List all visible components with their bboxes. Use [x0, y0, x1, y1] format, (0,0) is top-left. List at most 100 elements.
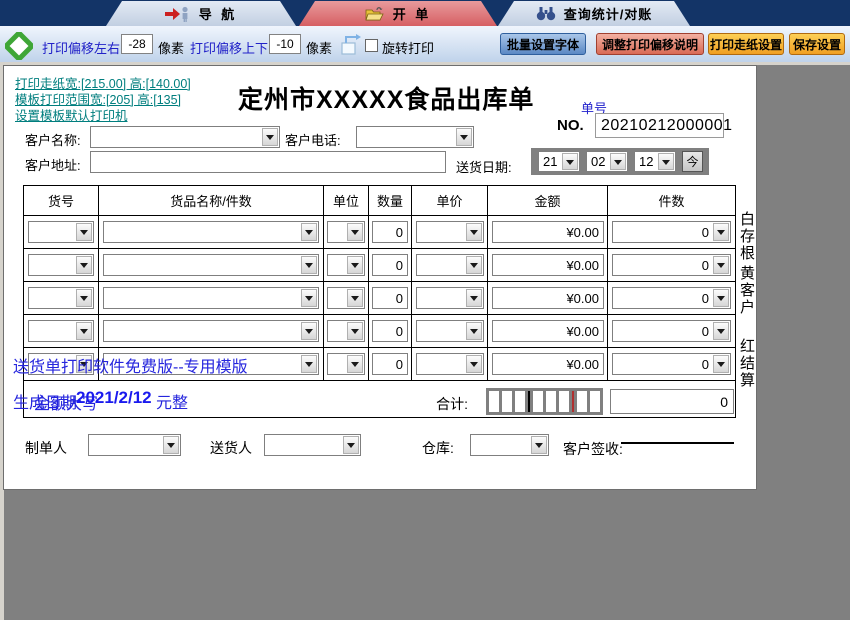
unit-select[interactable]: [327, 287, 365, 309]
combo-dropdown-button[interactable]: [301, 223, 317, 241]
item-no-select[interactable]: [28, 221, 94, 243]
item-no-select[interactable]: [28, 320, 94, 342]
table-header-row: 货号 货品名称/件数 单位 数量 单价 金额 件数: [24, 186, 735, 216]
maker-select[interactable]: [88, 434, 181, 456]
diamond-icon: [5, 32, 33, 60]
product-name-select[interactable]: [103, 221, 319, 243]
pieces-combo[interactable]: 0: [612, 320, 731, 342]
combo-dropdown-button[interactable]: [262, 128, 278, 146]
combo-dropdown-button[interactable]: [466, 322, 482, 340]
date-day-select[interactable]: 12: [634, 151, 676, 172]
default-printer-link[interactable]: 设置模板默认打印机: [15, 105, 128, 124]
combo-dropdown-button[interactable]: [713, 355, 729, 373]
total-pieces-input[interactable]: 0: [610, 389, 734, 414]
amount-input[interactable]: ¥0.00: [492, 221, 604, 243]
qty-input[interactable]: 0: [372, 254, 408, 276]
offset-tb-input[interactable]: -10: [269, 34, 301, 54]
combo-dropdown-button[interactable]: [347, 289, 363, 307]
combo-dropdown-button[interactable]: [466, 223, 482, 241]
combo-dropdown-button[interactable]: [466, 355, 482, 373]
price-select[interactable]: [416, 221, 484, 243]
combo-dropdown-button[interactable]: [466, 256, 482, 274]
combo-dropdown-button[interactable]: [658, 153, 674, 170]
qty-input[interactable]: 0: [372, 287, 408, 309]
date-year-select[interactable]: 21: [538, 151, 580, 172]
px-label-2: 像素: [306, 38, 332, 57]
price-select[interactable]: [416, 287, 484, 309]
tab-query-stats[interactable]: 查询统计/对账: [498, 1, 690, 26]
qty-input[interactable]: 0: [372, 353, 408, 375]
combo-dropdown-button[interactable]: [76, 223, 92, 241]
combo-dropdown-button[interactable]: [713, 256, 729, 274]
amount-input[interactable]: ¥0.00: [492, 287, 604, 309]
price-select[interactable]: [416, 353, 484, 375]
today-button[interactable]: 今: [682, 151, 703, 172]
customer-address-input[interactable]: [90, 151, 446, 173]
pieces-value: 0: [702, 255, 709, 275]
combo-dropdown-button[interactable]: [347, 322, 363, 340]
price-select[interactable]: [416, 320, 484, 342]
combo-dropdown-button[interactable]: [466, 289, 482, 307]
item-no-select[interactable]: [28, 287, 94, 309]
paper-feed-button[interactable]: 打印走纸设置: [708, 33, 784, 55]
amount-input[interactable]: ¥0.00: [492, 254, 604, 276]
unit-select[interactable]: [327, 254, 365, 276]
combo-dropdown-button[interactable]: [301, 355, 317, 373]
signature-line: [621, 442, 734, 444]
save-settings-button[interactable]: 保存设置: [789, 33, 845, 55]
combo-dropdown-button[interactable]: [301, 256, 317, 274]
offset-lr-input[interactable]: -28: [121, 34, 153, 54]
watermark-yuan-suffix: 元整: [156, 389, 188, 413]
adjust-offset-button[interactable]: 调整打印偏移说明: [596, 33, 704, 55]
item-no-select[interactable]: [28, 254, 94, 276]
rotate-print-checkbox[interactable]: [365, 39, 378, 52]
customer-phone-select[interactable]: [356, 126, 474, 148]
combo-dropdown-button[interactable]: [347, 223, 363, 241]
combo-dropdown-button[interactable]: [163, 436, 179, 454]
combo-dropdown-button[interactable]: [562, 153, 578, 170]
unit-select[interactable]: [327, 320, 365, 342]
unit-select[interactable]: [327, 353, 365, 375]
unit-select[interactable]: [327, 221, 365, 243]
pieces-combo[interactable]: 0: [612, 254, 731, 276]
combo-dropdown-button[interactable]: [76, 256, 92, 274]
product-name-select[interactable]: [103, 320, 319, 342]
product-name-select[interactable]: [103, 287, 319, 309]
chevron-down-icon: [80, 263, 88, 272]
combo-dropdown-button[interactable]: [456, 128, 472, 146]
page-title: 定州市XXXXX食品出库单: [238, 80, 534, 116]
combo-dropdown-button[interactable]: [347, 355, 363, 373]
warehouse-select[interactable]: [470, 434, 549, 456]
date-month-select[interactable]: 02: [586, 151, 628, 172]
chevron-down-icon: [717, 230, 725, 239]
amount-input[interactable]: ¥0.00: [492, 353, 604, 375]
amount-input[interactable]: ¥0.00: [492, 320, 604, 342]
customer-name-select[interactable]: [90, 126, 280, 148]
pieces-combo[interactable]: 0: [612, 287, 731, 309]
combo-dropdown-button[interactable]: [301, 322, 317, 340]
pieces-combo[interactable]: 0: [612, 353, 731, 375]
combo-dropdown-button[interactable]: [713, 322, 729, 340]
pieces-combo[interactable]: 0: [612, 221, 731, 243]
price-select[interactable]: [416, 254, 484, 276]
combo-dropdown-button[interactable]: [76, 322, 92, 340]
tab-create-order[interactable]: 开 单: [299, 1, 497, 26]
combo-dropdown-button[interactable]: [347, 256, 363, 274]
table-row: 0 ¥0.00 0: [24, 282, 735, 315]
combo-dropdown-button[interactable]: [713, 223, 729, 241]
tab-navigation[interactable]: 导 航: [106, 1, 296, 26]
qty-input[interactable]: 0: [372, 320, 408, 342]
combo-dropdown-button[interactable]: [531, 436, 547, 454]
qty-input[interactable]: 0: [372, 221, 408, 243]
combo-dropdown-button[interactable]: [301, 289, 317, 307]
product-name-select[interactable]: [103, 254, 319, 276]
combo-dropdown-button[interactable]: [713, 289, 729, 307]
order-no-input[interactable]: 20210212000001: [595, 113, 724, 138]
combo-dropdown-button[interactable]: [610, 153, 626, 170]
deliverer-select[interactable]: [264, 434, 361, 456]
combo-dropdown-button[interactable]: [76, 289, 92, 307]
batch-font-button[interactable]: 批量设置字体: [500, 33, 586, 55]
combo-dropdown-button[interactable]: [343, 436, 359, 454]
digit-cell: [502, 391, 512, 412]
tab-bar: 导 航 开 单 查询统计/对账: [0, 0, 850, 26]
